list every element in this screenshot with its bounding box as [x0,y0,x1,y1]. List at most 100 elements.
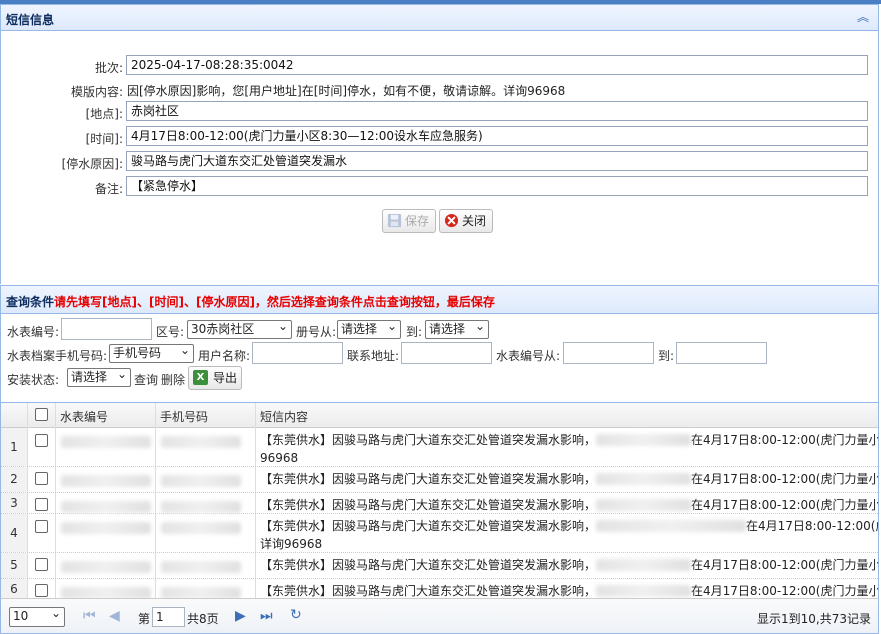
next-page-icon[interactable]: ▶ [235,608,246,624]
row-number: 3 [1,493,27,513]
row-number: 2 [1,467,27,492]
close-x-icon [444,213,459,228]
collapse-icon[interactable]: ︽ [856,10,870,24]
phone-redacted [161,501,241,513]
sms-text-cont: 在4月17日8:00-12:00(虎门力量小区 [691,558,879,572]
sms-content: 【东莞供水】因骏马路与虎门大道东交汇处管道突发漏水影响， 在4月17日8:00-1… [260,470,879,488]
col-phone[interactable]: 手机号码 [160,408,208,425]
meter-no-input[interactable] [61,318,152,340]
sms-content: 【东莞供水】因骏马路与虎门大道东交汇处管道突发漏水影响， 在4月17日8:00-1… [260,431,878,467]
sms-text-cont: 在4月17日8:00-12:00(虎门力量小区 [691,498,879,512]
sms-content: 【东莞供水】因骏马路与虎门大道东交汇处管道突发漏水影响， 在4月17日8:00-1… [260,556,879,574]
page-size-select[interactable]: 10 [9,605,65,627]
query-panel-header: 查询条件请先填写[地点]、[时间]、[停水原因]，然后选择查询条件点击查询按钮，… [0,285,879,314]
prev-page-icon[interactable]: ◀ [109,608,120,624]
pagination-bar: 10 ⏮ ◀ 第 1 共8页 ▶ ⏭ ↻ 显示1到10,共73记录 [0,598,879,634]
book-from-select[interactable]: 请选择 [337,318,401,339]
sms-info-panel-header: 短信信息 ︽ [0,4,879,31]
meter-no-label: 水表编号: [7,325,60,339]
username-input[interactable] [252,342,343,364]
row-checkbox[interactable] [35,472,48,485]
time-field[interactable]: 4月17日8:00-12:00(虎门力量小区8:30—12:00设水车应急服务) [126,126,868,146]
template-label: 模版内容: [70,85,123,99]
sms-grid: 水表编号 手机号码 短信内容 1 【东莞供水】因骏马路与虎门大道东交汇处管道突发漏… [0,402,879,598]
sms-content: 【东莞供水】因骏马路与虎门大道东交汇处管道突发漏水影响， 在4月17日8:00-1… [260,582,879,598]
page-number-input[interactable]: 1 [152,607,185,627]
row-checkbox[interactable] [35,498,48,511]
batch-label: 批次: [94,61,123,75]
row-checkbox[interactable] [35,558,48,571]
address-input[interactable] [401,342,492,364]
table-row[interactable]: 6 【东莞供水】因骏马路与虎门大道东交汇处管道突发漏水影响， 在4月17日8:00-… [1,579,879,598]
row-number: 6 [1,579,27,598]
sms-text: 【东莞供水】因骏马路与虎门大道东交汇处管道突发漏水影响， [260,558,597,572]
row-number: 4 [1,514,27,552]
row-checkbox[interactable] [35,520,48,533]
export-button-label: 导出 [213,371,238,385]
reason-field[interactable]: 骏马路与虎门大道东交汇处管道突发漏水 [126,151,868,171]
sms-text-tail: 详询96968 [260,537,323,551]
area-label: 区号: [156,325,185,339]
table-row[interactable]: 4 【东莞供水】因骏马路与虎门大道东交汇处管道突发漏水影响， 在4月17日8:00-… [1,514,878,553]
first-page-icon[interactable]: ⏮ [83,608,96,624]
phone-label: 水表档案手机号码: [7,349,108,363]
last-page-icon[interactable]: ⏭ [260,608,273,624]
row-checkbox[interactable] [35,434,48,447]
install-select[interactable]: 请选择 [67,366,131,387]
meter-no-redacted [61,561,151,573]
reason-label: [停水原因]: [61,157,123,171]
save-button[interactable]: 保存 [382,209,436,233]
remark-row: 备注: 【紧急停水】 [1,176,880,198]
sms-content: 【东莞供水】因骏马路与虎门大道东交汇处管道突发漏水影响， 在4月17日8:00-1… [260,496,879,514]
sms-text-cont: 在4月17日8:00-12:00(虎门力量小区 [691,584,879,598]
time-label: [时间]: [85,132,123,146]
save-disk-icon [387,213,402,228]
address-redacted [596,520,747,532]
record-summary: 显示1到10,共73记录 [757,612,871,626]
meter-no-redacted [61,501,151,513]
location-field[interactable]: 赤岗社区 [126,101,868,121]
phone-select[interactable]: 手机号码 [109,342,194,363]
meter-to-input[interactable] [676,342,767,364]
remark-field[interactable]: 【紧急停水】 [126,176,868,196]
batch-field[interactable]: 2025-04-17-08:28:35:0042 [126,55,868,75]
col-meter-no[interactable]: 水表编号 [60,408,108,425]
refresh-icon[interactable]: ↻ [290,607,302,623]
meter-no-redacted [61,522,151,534]
query-title-text: 查询条件 [6,295,55,309]
book-to-label: 到: [406,325,423,339]
meter-no-redacted [61,436,151,448]
sms-info-form: 批次: 2025-04-17-08:28:35:0042 模版内容: 因[停水原… [0,31,879,284]
table-row[interactable]: 2 【东莞供水】因骏马路与虎门大道东交汇处管道突发漏水影响， 在4月17日8:00-… [1,467,879,493]
meter-from-input[interactable] [563,342,654,364]
meter-to-label: 到: [658,349,675,363]
sms-text: 【东莞供水】因骏马路与虎门大道东交汇处管道突发漏水影响， [260,584,597,598]
area-select[interactable]: 30赤岗社区 [187,318,292,339]
row-checkbox[interactable] [35,584,48,597]
book-to-select[interactable]: 请选择 [425,318,489,339]
close-button-label: 关闭 [462,214,487,228]
reason-row: [停水原因]: 骏马路与虎门大道东交汇处管道突发漏水 [1,151,880,173]
save-button-label: 保存 [405,214,430,228]
total-pages: 共8页 [187,612,219,626]
table-row[interactable]: 3 【东莞供水】因骏马路与虎门大道东交汇处管道突发漏水影响， 在4月17日8:00-… [1,493,879,514]
delete-link[interactable]: 删除 [161,371,185,388]
table-row[interactable]: 5 【东莞供水】因骏马路与虎门大道东交汇处管道突发漏水影响， 在4月17日8:00-… [1,553,879,579]
phone-redacted [161,561,241,573]
address-redacted [596,559,692,571]
address-redacted [596,499,692,511]
time-row: [时间]: 4月17日8:00-12:00(虎门力量小区8:30—12:00设水… [1,126,880,148]
sms-text-cont: 在4月17日8:00-12:00(虎门力量小区 [691,472,879,486]
row-number: 5 [1,553,27,578]
phone-redacted [161,522,241,534]
page-label: 第 [138,612,151,626]
query-conditions: 水表编号: 区号: 30赤岗社区 册号从: 请选择 到: 请选择 水表档案手机号… [0,314,879,402]
col-sms-content[interactable]: 短信内容 [260,408,308,425]
export-button[interactable]: X 导出 [188,366,242,390]
table-row[interactable]: 1 【东莞供水】因骏马路与虎门大道东交汇处管道突发漏水影响， 在4月17日8:00-… [1,428,878,467]
close-button[interactable]: 关闭 [439,209,493,233]
search-link[interactable]: 查询 [134,371,158,388]
phone-redacted [161,436,241,448]
select-all-checkbox[interactable] [35,408,48,421]
excel-icon: X [193,370,208,385]
